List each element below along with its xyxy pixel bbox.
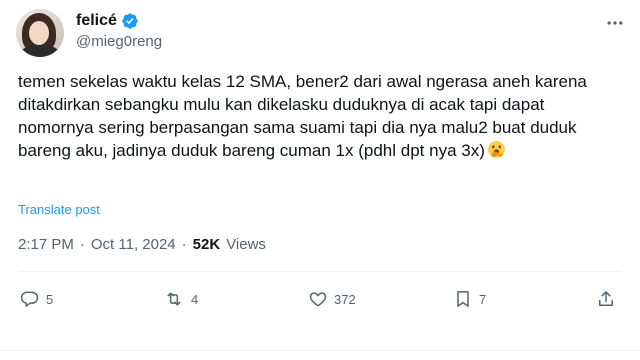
like-button[interactable]: 372 <box>308 289 356 309</box>
bottom-divider <box>0 350 640 351</box>
reply-count: 5 <box>46 291 54 307</box>
share-icon <box>599 291 613 306</box>
face-with-hand-over-mouth-emoji <box>487 141 505 158</box>
translate-post-link[interactable]: Translate post <box>18 202 100 217</box>
bookmark-icon <box>457 291 469 307</box>
avatar[interactable] <box>16 9 64 57</box>
share-button[interactable] <box>596 289 616 309</box>
post-text: temen sekelas waktu kelas 12 SMA, bener2… <box>18 70 624 162</box>
author-name-row: felicé <box>76 11 139 31</box>
bookmark-button[interactable]: 7 <box>453 289 486 309</box>
meta-separator: · <box>79 236 85 253</box>
repost-count: 4 <box>191 291 199 307</box>
post-card: felicé @mieg0reng temen sekelas waktu ke… <box>0 0 640 360</box>
repost-icon <box>167 292 181 306</box>
views-count: 52K <box>192 236 221 253</box>
divider <box>18 271 622 272</box>
reply-icon <box>20 291 39 307</box>
meta-separator: · <box>181 236 187 253</box>
action-bar: 5 4 372 7 <box>20 289 620 311</box>
post-meta: 2:17 PM · Oct 11, 2024 · 52K Views <box>18 236 266 253</box>
reply-button[interactable]: 5 <box>20 289 53 309</box>
post-date[interactable]: Oct 11, 2024 <box>91 236 176 253</box>
verified-badge-icon <box>122 13 138 29</box>
like-count: 372 <box>334 291 356 307</box>
author-handle[interactable]: @mieg0reng <box>76 33 162 50</box>
views-label: Views <box>226 236 266 253</box>
author-display-name[interactable]: felicé <box>76 12 117 30</box>
bookmark-count: 7 <box>479 291 487 307</box>
repost-button[interactable]: 4 <box>163 289 198 309</box>
heart-icon <box>309 292 327 307</box>
post-time[interactable]: 2:17 PM <box>18 236 74 253</box>
more-options-icon[interactable] <box>604 12 626 34</box>
